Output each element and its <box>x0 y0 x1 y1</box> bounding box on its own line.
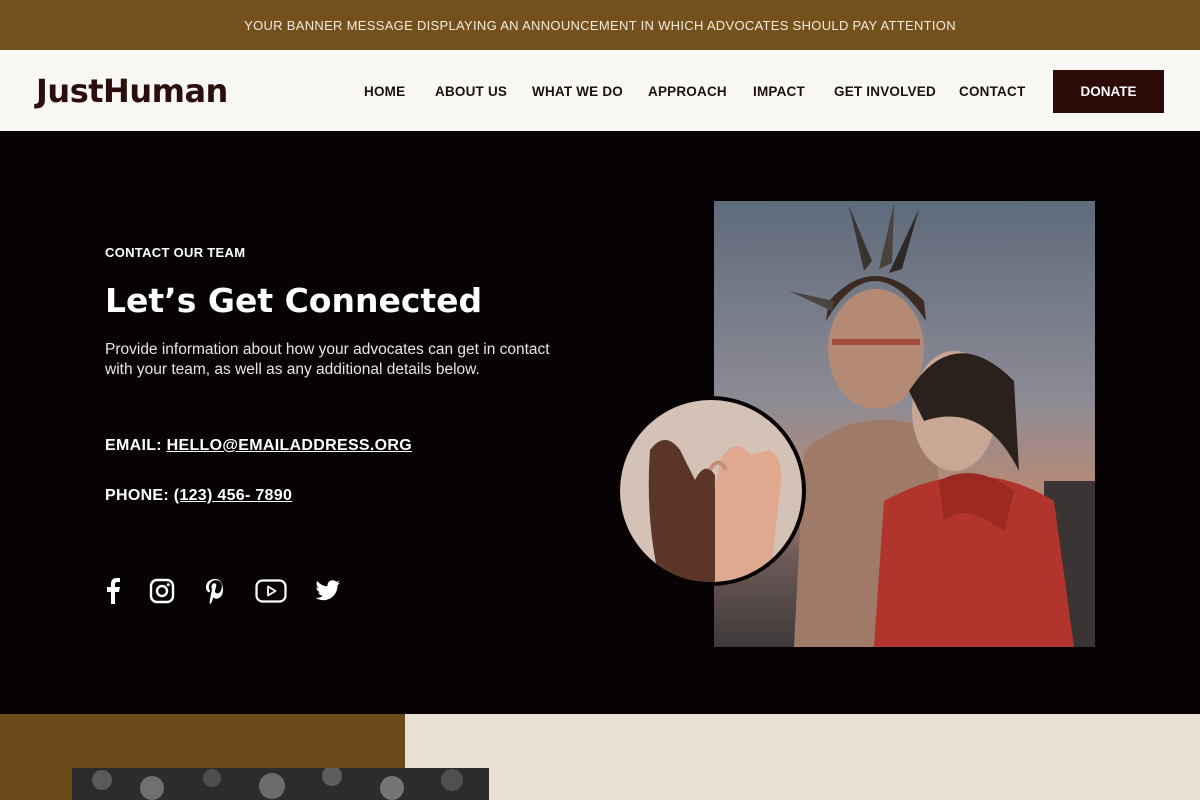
nav-impact[interactable]: IMPACT <box>753 84 805 99</box>
phone-label: PHONE: <box>105 487 170 504</box>
email-link[interactable]: HELLO@EMAILADDRESS.ORG <box>167 437 412 454</box>
section-eyebrow: CONTACT OUR TEAM <box>105 245 246 260</box>
nav-home[interactable]: HOME <box>364 84 405 99</box>
twitter-icon[interactable] <box>312 575 344 607</box>
foliage-photo-illustration <box>72 768 489 800</box>
phone-link[interactable]: (123) 456- 7890 <box>174 487 292 504</box>
hands-pinky-photo <box>616 396 806 586</box>
bottom-section-cream <box>405 714 1200 800</box>
donate-button[interactable]: DONATE <box>1053 70 1164 113</box>
email-label: EMAIL: <box>105 437 162 454</box>
email-line: EMAIL: HELLO@EMAILADDRESS.ORG <box>105 437 412 455</box>
youtube-icon[interactable] <box>254 575 288 607</box>
section-title: Let’s Get Connected <box>105 281 483 320</box>
site-logo[interactable]: JustHuman <box>36 72 228 110</box>
nav-what-we-do[interactable]: WHAT WE DO <box>532 84 623 99</box>
instagram-icon[interactable] <box>146 575 178 607</box>
nav-about-us[interactable]: ABOUT US <box>435 84 507 99</box>
phone-line: PHONE: (123) 456- 7890 <box>105 487 292 505</box>
site-header: JustHuman HOME ABOUT US WHAT WE DO APPRO… <box>0 50 1200 131</box>
nav-contact[interactable]: CONTACT <box>959 84 1025 99</box>
pinterest-icon[interactable] <box>199 575 231 607</box>
contact-hero-section: CONTACT OUR TEAM Let’s Get Connected Pro… <box>0 131 1200 714</box>
nav-approach[interactable]: APPROACH <box>648 84 727 99</box>
pinky-promise-illustration <box>620 400 802 582</box>
announcement-banner: YOUR BANNER MESSAGE DISPLAYING AN ANNOUN… <box>0 0 1200 50</box>
bottom-section-photo <box>72 768 489 800</box>
banner-text: YOUR BANNER MESSAGE DISPLAYING AN ANNOUN… <box>244 17 956 33</box>
section-description: Provide information about how your advoc… <box>105 341 550 378</box>
nav-get-involved[interactable]: GET INVOLVED <box>834 84 936 99</box>
facebook-icon[interactable] <box>97 575 129 607</box>
